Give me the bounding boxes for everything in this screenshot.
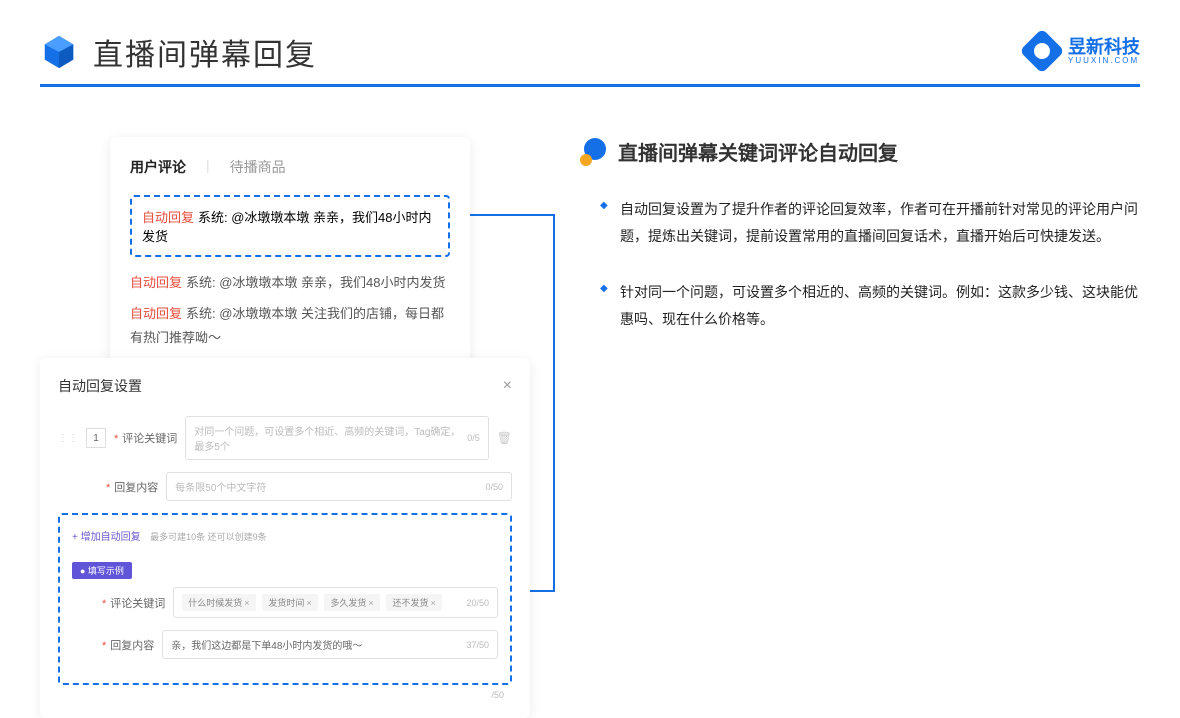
settings-title: 自动回复设置 bbox=[58, 376, 142, 396]
brand-domain: YUUXIN.COM bbox=[1068, 56, 1140, 65]
brand-logo: 昱新科技 YUUXIN.COM bbox=[1026, 35, 1140, 67]
content-label: *回复内容 bbox=[106, 479, 158, 495]
tab-divider: | bbox=[206, 157, 210, 177]
section-title: 直播间弹幕关键词评论自动回复 bbox=[618, 137, 898, 166]
auto-reply-label: 自动回复 bbox=[130, 275, 182, 290]
comment-text: 系统: @冰墩墩本墩 亲亲，我们48小时内发货 bbox=[186, 275, 446, 290]
bullet-point: 自动回复设置为了提升作者的评论回复效率，作者可在开播前针对常见的评论用户问题，提… bbox=[600, 196, 1140, 249]
connector-line bbox=[553, 214, 555, 591]
tag-pill[interactable]: 还不发货× bbox=[386, 594, 441, 611]
connector-line bbox=[470, 214, 555, 216]
auto-reply-label: 自动回复 bbox=[130, 306, 182, 321]
example-section: + 增加自动回复 最多可建10条 还可以创建9条 ● 填写示例 *评论关键词 什… bbox=[58, 513, 512, 685]
outer-char-count: /50 bbox=[58, 685, 512, 700]
example-content-input[interactable]: 亲，我们这边都是下单48小时内发货的哦～ 37/50 bbox=[162, 630, 498, 659]
add-hint: 最多可建10条 还可以创建9条 bbox=[150, 532, 267, 542]
example-content-label: *回复内容 bbox=[102, 637, 154, 653]
comments-panel: 用户评论 | 待播商品 自动回复系统: @冰墩墩本墩 亲亲，我们48小时内发货 … bbox=[110, 137, 470, 373]
comment-item: 自动回复系统: @冰墩墩本墩 亲亲，我们48小时内发货 bbox=[130, 267, 450, 298]
example-badge: ● 填写示例 bbox=[72, 562, 132, 579]
example-keyword-label: *评论关键词 bbox=[102, 595, 165, 611]
close-icon[interactable]: × bbox=[503, 377, 512, 395]
highlighted-comment: 自动回复系统: @冰墩墩本墩 亲亲，我们48小时内发货 bbox=[130, 195, 450, 257]
trash-icon[interactable]: 🗑 bbox=[497, 431, 512, 445]
bullet-point: 针对同一个问题，可设置多个相近的、高频的关键词。例如：这款多少钱、这块能优惠吗、… bbox=[600, 279, 1140, 332]
keyword-input[interactable]: 对同一个问题，可设置多个相近、高频的关键词，Tag确定，最多5个 0/5 bbox=[185, 416, 488, 460]
row-number: 1 bbox=[86, 428, 106, 448]
keyword-label: *评论关键词 bbox=[114, 430, 177, 446]
add-auto-reply-link[interactable]: + 增加自动回复 bbox=[72, 528, 141, 543]
comment-item: 自动回复系统: @冰墩墩本墩 关注我们的店铺，每日都有热门推荐呦～ bbox=[130, 298, 450, 353]
brand-name: 昱新科技 bbox=[1068, 38, 1140, 56]
tab-pending-products[interactable]: 待播商品 bbox=[230, 157, 286, 177]
page-title: 直播间弹幕回复 bbox=[93, 30, 317, 74]
auto-reply-settings-panel: 自动回复设置 × ⋮⋮ 1 *评论关键词 对同一个问题，可设置多个相近、高频的关… bbox=[40, 358, 530, 718]
cube-icon bbox=[40, 33, 78, 71]
auto-reply-label: 自动回复 bbox=[142, 210, 194, 225]
tag-pill[interactable]: 什么时候发货× bbox=[182, 594, 255, 611]
example-keyword-input[interactable]: 什么时候发货× 发货时间× 多久发货× 还不发货× 20/50 bbox=[173, 587, 498, 618]
brand-icon bbox=[1019, 28, 1064, 73]
tag-pill[interactable]: 多久发货× bbox=[324, 594, 379, 611]
chat-bubbles-icon bbox=[580, 138, 608, 166]
content-input[interactable]: 每条限50个中文字符 0/50 bbox=[166, 472, 512, 501]
tab-user-comments[interactable]: 用户评论 bbox=[130, 157, 186, 177]
tag-pill[interactable]: 发货时间× bbox=[262, 594, 317, 611]
drag-handle-icon[interactable]: ⋮⋮ bbox=[58, 433, 78, 444]
